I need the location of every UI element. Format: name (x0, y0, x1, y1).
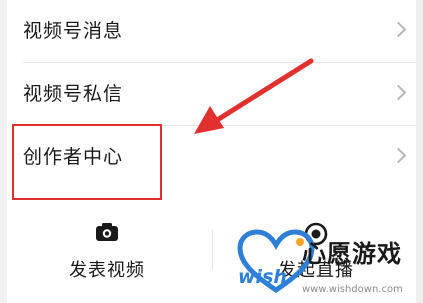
watermark-logo-text: wish (238, 266, 287, 288)
watermark-url: www.wishdown.com (302, 284, 403, 295)
watermark-brand: 心愿游戏 (302, 240, 402, 268)
watermark: 心愿游戏 wish www.wishdown.com (236, 226, 423, 303)
